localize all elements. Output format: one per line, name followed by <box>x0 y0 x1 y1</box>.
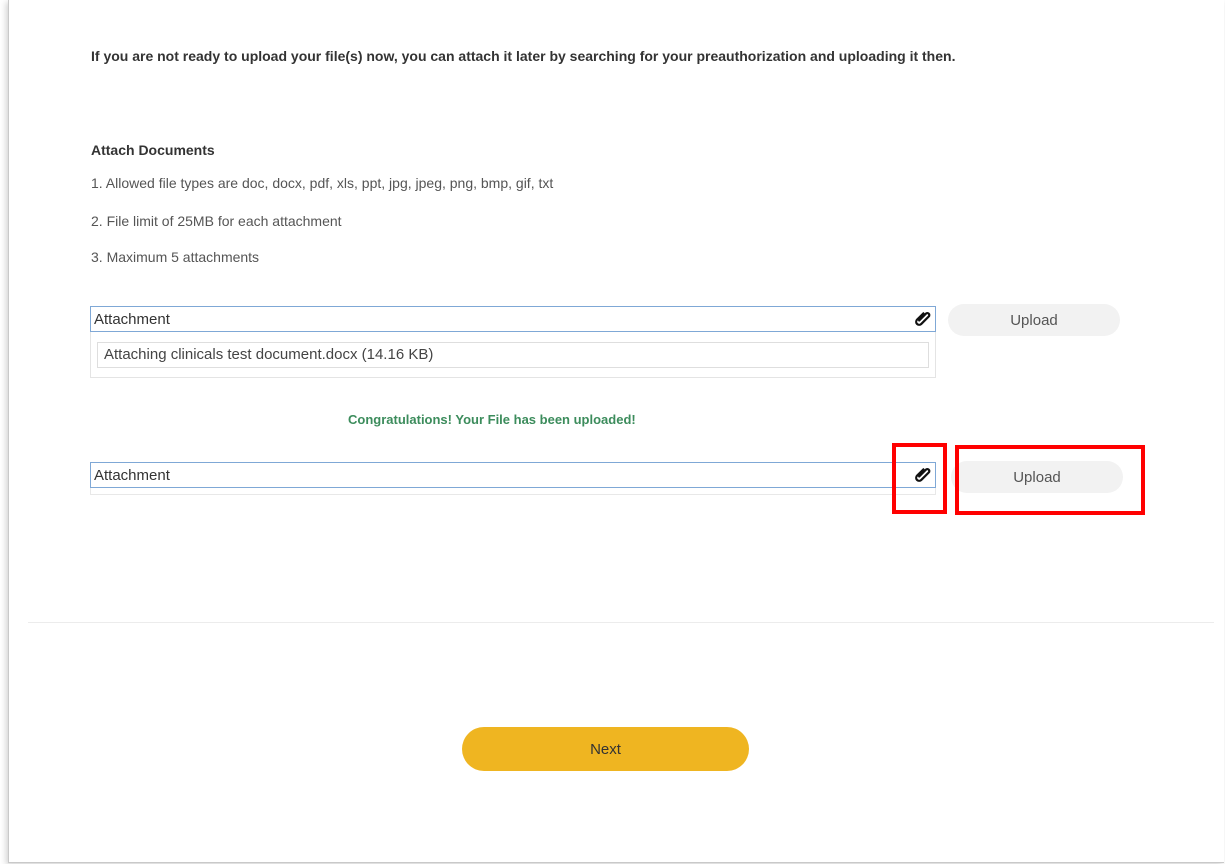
attachment-field-2-underpanel <box>90 488 936 495</box>
paperclip-icon[interactable] <box>911 308 933 330</box>
next-button[interactable]: Next <box>462 727 749 771</box>
rule-file-limit: 2. File limit of 25MB for each attachmen… <box>91 213 342 229</box>
attachment-field-2[interactable]: Attachment <box>90 462 936 488</box>
attach-documents-heading: Attach Documents <box>91 142 215 158</box>
attachment-field-1[interactable]: Attachment <box>90 306 936 332</box>
attached-file-panel: Attaching clinicals test document.docx (… <box>90 332 936 378</box>
rule-file-types: 1. Allowed file types are doc, docx, pdf… <box>91 175 554 191</box>
upload-button-1[interactable]: Upload <box>948 304 1120 336</box>
upload-success-message: Congratulations! Your File has been uplo… <box>348 412 636 427</box>
attachment-label: Attachment <box>94 311 170 328</box>
rule-max-attachments: 3. Maximum 5 attachments <box>91 249 260 265</box>
paperclip-icon[interactable] <box>911 464 933 486</box>
attachment-label: Attachment <box>94 467 170 484</box>
attached-file-name: Attaching clinicals test document.docx (… <box>97 342 929 368</box>
intro-text: If you are not ready to upload your file… <box>91 48 956 64</box>
upload-button-2[interactable]: Upload <box>951 461 1123 493</box>
section-divider <box>28 622 1214 623</box>
